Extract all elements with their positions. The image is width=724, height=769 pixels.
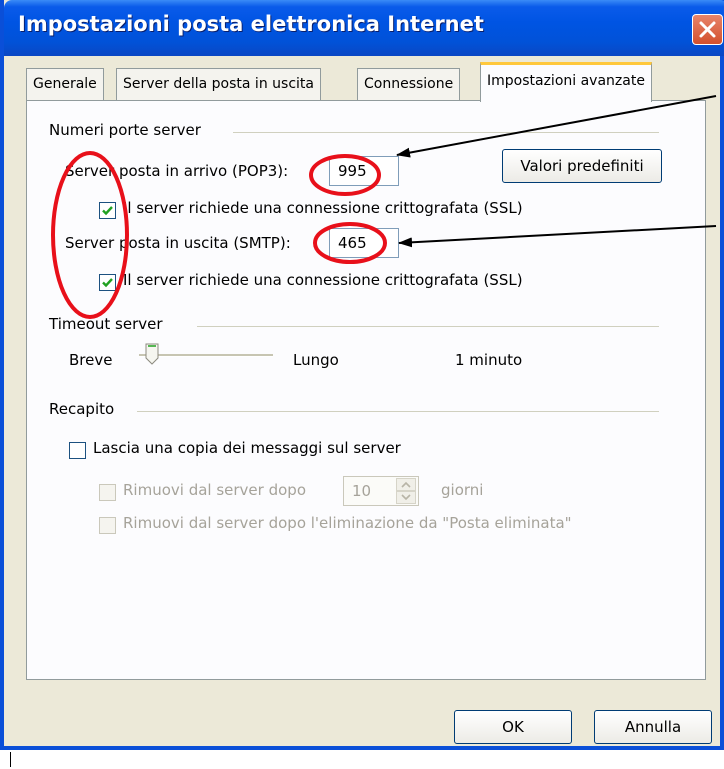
check-icon	[102, 206, 113, 216]
delivery-group-label: Recapito	[49, 400, 115, 418]
outgoing-ssl-label: Il server richiede una connessione critt…	[123, 271, 523, 289]
remove-after-checkbox[interactable]	[99, 484, 116, 501]
title-bar: Impostazioni posta elettronica Internet	[4, 0, 724, 56]
delivery-group-divider	[137, 411, 659, 412]
timeout-group-label: Timeout server	[49, 315, 163, 333]
outgoing-port-input[interactable]: 465	[329, 228, 399, 258]
spin-arrows-icon[interactable]	[396, 478, 416, 504]
outgoing-ssl-checkbox[interactable]	[99, 274, 116, 291]
timeout-short-label: Breve	[69, 351, 113, 369]
incoming-ssl-checkbox[interactable]	[99, 202, 116, 219]
remove-after-label: Rimuovi dal server dopo	[123, 481, 306, 499]
bottom-strip	[0, 750, 724, 769]
tab-generale[interactable]: Generale	[26, 68, 104, 100]
timeout-group-divider	[197, 326, 659, 327]
tab-server-posta-uscita[interactable]: Server della posta in uscita	[116, 68, 321, 100]
close-icon	[699, 21, 716, 38]
remove-after-value: 10	[352, 482, 372, 500]
timeout-long-label: Lungo	[293, 351, 339, 369]
cancel-button[interactable]: Annulla	[594, 710, 712, 744]
tab-panel-advanced: Numeri porte server Server posta in arri…	[26, 100, 706, 680]
defaults-button[interactable]: Valori predefiniti	[502, 149, 662, 183]
ports-group-label: Numeri porte server	[49, 121, 201, 139]
leave-copy-checkbox[interactable]	[69, 442, 86, 459]
close-button[interactable]	[692, 14, 723, 45]
timeout-value: 1 minuto	[455, 351, 523, 369]
window-title: Impostazioni posta elettronica Internet	[18, 12, 484, 36]
incoming-port-label: Server posta in arrivo (POP3):	[65, 162, 289, 180]
tab-impostazioni-avanzate[interactable]: Impostazioni avanzate	[480, 62, 652, 102]
dialog-window: Impostazioni posta elettronica Internet …	[0, 0, 724, 750]
remove-deleted-checkbox[interactable]	[99, 517, 116, 534]
tab-connessione[interactable]: Connessione	[357, 68, 461, 100]
check-icon	[102, 278, 113, 288]
bottom-divider	[10, 752, 11, 767]
remove-deleted-label: Rimuovi dal server dopo l'eliminazione d…	[123, 514, 572, 532]
leave-copy-label: Lascia una copia dei messaggi sul server	[93, 439, 401, 457]
outgoing-port-label: Server posta in uscita (SMTP):	[65, 234, 291, 252]
incoming-ssl-label: Il server richiede una connessione critt…	[123, 199, 523, 217]
incoming-port-input[interactable]: 995	[329, 156, 399, 186]
remove-after-spinner[interactable]: 10	[343, 476, 419, 506]
timeout-slider-thumb[interactable]	[145, 343, 159, 365]
days-label: giorni	[441, 481, 484, 499]
tab-strip: Generale Server della posta in uscita Co…	[26, 62, 706, 102]
ok-button[interactable]: OK	[454, 710, 572, 744]
ports-group-divider	[233, 132, 659, 133]
